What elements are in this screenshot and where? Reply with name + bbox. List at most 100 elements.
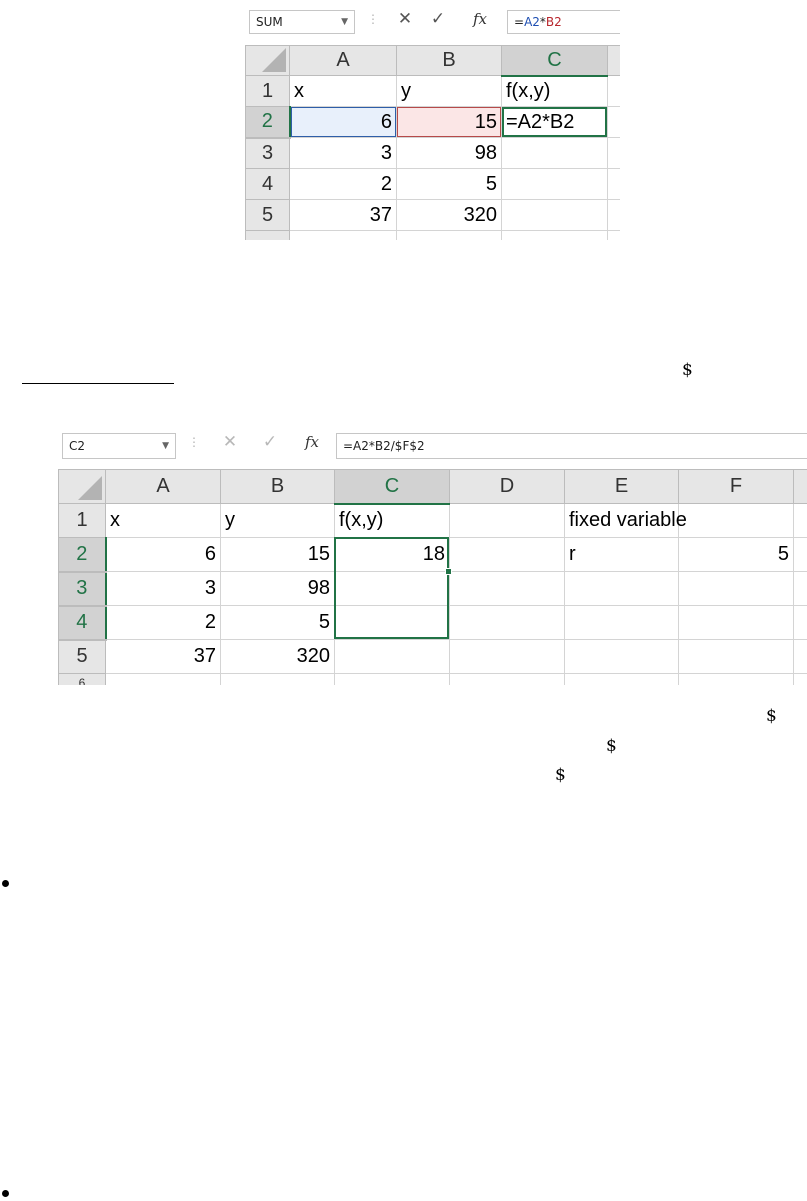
cell-a4[interactable]: 2 [289,168,397,200]
cell-c5[interactable] [334,639,450,674]
cell-c2[interactable]: =A2*B2 [501,106,608,138]
formula-input[interactable]: = A2 * B2 [507,10,620,34]
fx-icon[interactable]: fx [300,433,324,451]
cell-a2[interactable]: 6 [105,537,221,572]
row-header[interactable]: 2 [58,537,107,573]
cell-a3[interactable]: 3 [289,137,397,169]
cell-a5[interactable]: 37 [105,639,221,674]
row-header[interactable]: 1 [245,75,290,107]
cell-c1[interactable]: f(x,y) [501,75,608,107]
column-header-c[interactable]: C [501,45,608,77]
select-all-corner[interactable] [245,45,290,76]
cell-g5[interactable] [793,639,807,674]
cell-d5[interactable] [449,639,565,674]
cell-f1[interactable] [678,503,794,538]
column-header-d[interactable]: D [449,469,565,504]
column-header-c[interactable]: C [334,469,450,505]
column-header-b[interactable]: B [220,469,335,504]
cell-c3[interactable] [334,571,450,606]
cell-e1[interactable]: fixed variable [564,503,687,538]
underline-link[interactable] [22,383,174,384]
cell-g4[interactable] [793,605,807,640]
cell-c4[interactable] [334,605,450,640]
cell-a2[interactable]: 6 [289,106,397,138]
column-header-f[interactable]: F [678,469,794,504]
cell-f5[interactable] [678,639,794,674]
fill-handle[interactable] [445,568,452,575]
row-header[interactable]: 4 [245,168,290,200]
cell-f3[interactable] [678,571,794,606]
check-icon[interactable]: ✓ [258,432,282,452]
cell-e2[interactable]: r [564,537,679,572]
formula-bar: SUM ▼ ⋮ ✕ ✓ fx = A2 * B2 [245,0,620,42]
cell-b2[interactable]: 15 [220,537,335,572]
chevron-down-icon[interactable]: ▼ [341,17,348,27]
cell-b4[interactable]: 5 [220,605,335,640]
cell-d4[interactable] [449,605,565,640]
cell-e4[interactable] [564,605,679,640]
row-header[interactable]: 5 [245,199,290,231]
close-icon[interactable]: ✕ [218,432,242,452]
cell-c4[interactable] [501,168,608,200]
cell-a5[interactable]: 37 [289,199,397,231]
chevron-down-icon[interactable]: ▼ [162,441,169,451]
cell-b2[interactable]: 15 [396,106,502,138]
row-header[interactable]: 1 [58,503,106,538]
cell-b5[interactable]: 320 [220,639,335,674]
cell-c5[interactable] [501,199,608,231]
cell-a1[interactable]: x [289,75,397,107]
separator-dots: ⋮ [188,435,200,449]
cell-g3[interactable] [793,571,807,606]
cell-f2[interactable]: 5 [678,537,794,572]
cell-b5[interactable]: 320 [396,199,502,231]
row-header[interactable]: 2 [245,106,291,139]
column-header-extra[interactable] [793,469,807,504]
cell-a1[interactable]: x [105,503,221,538]
column-header-a[interactable]: A [289,45,397,76]
cell-d3[interactable] [607,137,620,169]
cell-c3[interactable] [501,137,608,169]
cell-b1[interactable]: y [220,503,335,538]
column-header-e[interactable]: E [564,469,679,504]
select-all-corner[interactable] [58,469,106,504]
cell-g1[interactable] [793,503,807,538]
cell-c1[interactable]: f(x,y) [334,503,450,538]
dollar-symbol: $ [555,765,566,785]
column-header-extra[interactable] [607,45,620,76]
cell-g2[interactable] [793,537,807,572]
formula-ref-a: A2 [524,15,540,29]
dollar-symbol: $ [606,736,617,756]
cell-a3[interactable]: 3 [105,571,221,606]
cell-f4[interactable] [678,605,794,640]
cell-d1[interactable] [607,75,620,107]
row-header[interactable]: 5 [58,639,106,674]
cell-b3[interactable]: 98 [220,571,335,606]
row-header[interactable]: 4 [58,605,107,641]
cell-e3[interactable] [564,571,679,606]
cell-c2[interactable]: 18 [334,537,450,572]
formula-text: =A2*B2/$F$2 [343,439,425,453]
cell-b1[interactable]: y [396,75,502,107]
cell-d3[interactable] [449,571,565,606]
fx-icon[interactable]: fx [468,10,492,28]
cell-e5[interactable] [564,639,679,674]
column-header-b[interactable]: B [396,45,502,76]
cell-d1[interactable] [449,503,565,538]
close-icon[interactable]: ✕ [393,9,417,29]
cell-a4[interactable]: 2 [105,605,221,640]
row-header[interactable]: 3 [245,137,290,169]
formula-input[interactable]: =A2*B2/$F$2 [336,433,807,459]
check-icon[interactable]: ✓ [426,9,450,29]
cell-d5[interactable] [607,199,620,231]
row-header-partial[interactable]: 6 [58,673,106,685]
cell-d2[interactable] [449,537,565,572]
cell-b4[interactable]: 5 [396,168,502,200]
cell-b3[interactable]: 98 [396,137,502,169]
cell-d4[interactable] [607,168,620,200]
cell-d2[interactable] [607,106,620,138]
row-header[interactable]: 3 [58,571,107,607]
name-box[interactable]: C2 ▼ [62,433,176,459]
column-header-a[interactable]: A [105,469,221,504]
name-box[interactable]: SUM ▼ [249,10,355,34]
row-header-partial[interactable] [245,230,290,240]
